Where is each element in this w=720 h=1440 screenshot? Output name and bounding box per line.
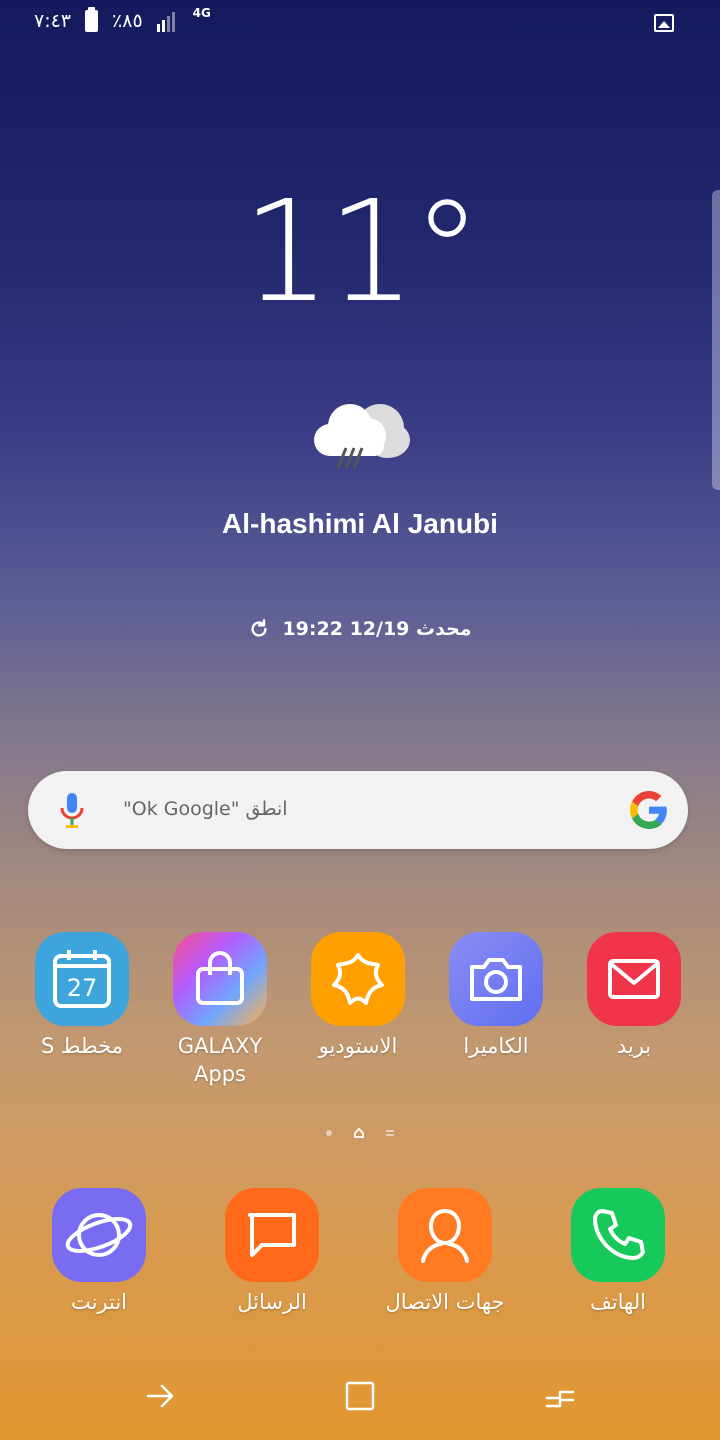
internet-planet-icon [52, 1188, 146, 1282]
app-messages[interactable]: الرسائل [207, 1188, 337, 1316]
back-button[interactable] [140, 1376, 180, 1416]
refresh-icon[interactable] [248, 618, 270, 640]
calendar-icon: 27 [35, 932, 129, 1026]
mic-icon[interactable] [58, 791, 86, 829]
app-internet[interactable]: انترنت [34, 1188, 164, 1316]
app-galaxy-apps[interactable]: GALAXY Apps [155, 932, 285, 1088]
phone-icon [571, 1188, 665, 1282]
app-label: مخطط S [41, 1034, 123, 1058]
weather-updated-text: محدث 12/19 19:22 [282, 618, 472, 640]
weather-updated[interactable]: محدث 12/19 19:22 [0, 618, 720, 640]
gallery-notification-icon [654, 14, 674, 32]
app-label: جهات الاتصال [385, 1290, 505, 1314]
search-placeholder[interactable]: انطق "Ok Google" [123, 798, 288, 820]
home-page-indicator-icon [354, 1128, 364, 1138]
navigation-bar [0, 1350, 720, 1440]
app-email[interactable]: بريد [569, 932, 699, 1060]
home-square-icon [345, 1381, 375, 1411]
mail-icon [587, 932, 681, 1026]
page-indicator [0, 1128, 720, 1138]
shopping-bag-icon [173, 932, 267, 1026]
network-type: 4G [192, 6, 211, 20]
app-label: انترنت [70, 1290, 128, 1314]
app-label: الاستوديو [318, 1034, 398, 1058]
app-studio[interactable]: الاستوديو [293, 932, 423, 1060]
app-camera[interactable]: الكاميرا [431, 932, 561, 1060]
app-label: GALAXY Apps [177, 1034, 263, 1086]
google-logo-icon[interactable] [630, 791, 668, 829]
status-left: ٧:٤٣ ٪٨٥ 4G [34, 6, 219, 32]
app-contacts[interactable]: جهات الاتصال [380, 1188, 510, 1316]
recent-apps-button[interactable] [540, 1376, 580, 1416]
app-label: الكاميرا [463, 1034, 529, 1058]
weather-location[interactable]: Al-hashimi Al Janubi [0, 508, 720, 540]
app-label: الرسائل [237, 1290, 307, 1314]
gallery-flower-icon [311, 932, 405, 1026]
temperature[interactable]: 11° [0, 178, 720, 328]
apps-page-indicator-icon [386, 1130, 394, 1136]
battery-icon [85, 7, 99, 32]
google-search-bar[interactable]: انطق "Ok Google" [28, 771, 688, 849]
contacts-icon [398, 1188, 492, 1282]
page-dot [326, 1130, 332, 1136]
calendar-badge: 27 [67, 974, 98, 1002]
battery-level: ٪٨٥ [112, 10, 143, 32]
app-phone[interactable]: الهاتف [553, 1188, 683, 1316]
camera-icon [449, 932, 543, 1026]
recent-apps-icon [546, 1390, 574, 1408]
status-bar: ٧:٤٣ ٪٨٥ 4G [0, 0, 720, 48]
app-label: بريد [616, 1034, 652, 1058]
message-icon [225, 1188, 319, 1282]
app-s-planner[interactable]: 27 مخطط S [17, 932, 147, 1060]
home-button[interactable] [340, 1376, 380, 1416]
back-arrow-icon [146, 1384, 174, 1408]
signal-icon [156, 10, 187, 32]
rain-cloud-icon[interactable] [300, 388, 420, 478]
status-time: ٧:٤٣ [34, 10, 72, 32]
app-label: الهاتف [590, 1290, 646, 1314]
